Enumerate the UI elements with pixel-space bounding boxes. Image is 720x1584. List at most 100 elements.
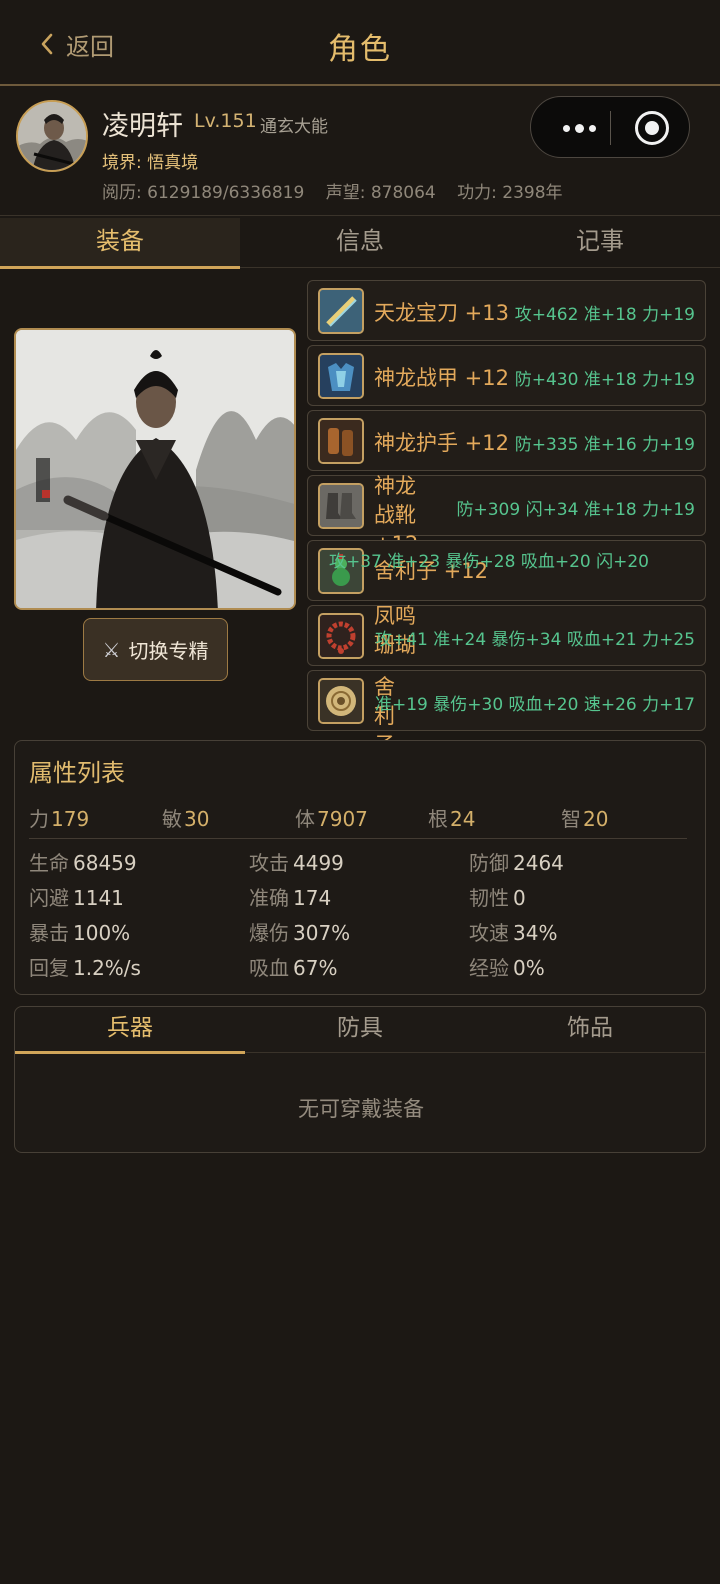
derived-attribute: 暴击 100% (29, 917, 130, 946)
attribute-title: 属性列表 (29, 759, 125, 787)
character-rank: 通玄大能 (260, 117, 328, 137)
attribute-label: 经验 (469, 956, 509, 980)
equipment-stats: 攻+41 准+24 暴伤+34 吸血+21 力+25 (375, 630, 695, 650)
attribute-label: 根 (428, 807, 448, 831)
attribute-label: 防御 (469, 851, 509, 875)
avatar-portrait-icon (18, 102, 86, 170)
attribute-value: 7907 (317, 807, 368, 831)
base-attribute: 体 7907 (295, 803, 368, 832)
attribute-label: 闪避 (29, 886, 69, 910)
switch-specialization-button[interactable]: ⚔ 切换专精 (83, 618, 228, 681)
derived-attribute: 攻速 34% (469, 917, 557, 946)
derived-attribute: 经验 0% (469, 952, 545, 981)
equipment-stats: 防+309 闪+34 准+18 力+19 (456, 500, 695, 520)
tab-info[interactable]: 信息 (240, 218, 480, 268)
derived-attribute: 生命 68459 (29, 847, 137, 876)
attribute-label: 智 (561, 807, 581, 831)
switch-specialization-label: 切换专精 (128, 639, 209, 663)
derived-attribute: 韧性 0 (469, 882, 526, 911)
equipment-slot-armor[interactable]: 神龙战甲 +12 防+430 准+18 力+19 (307, 345, 706, 406)
reputation-text: 声望: 878064 (325, 183, 436, 203)
attribute-label: 爆伤 (249, 921, 289, 945)
equipment-stats: 准+19 暴伤+30 吸血+20 速+26 力+17 (375, 695, 695, 715)
tab-equipment[interactable]: 装备 (0, 218, 240, 269)
attribute-label: 敏 (162, 807, 182, 831)
equipment-slot-weapon[interactable]: 天龙宝刀 +13 攻+462 准+18 力+19 (307, 280, 706, 341)
experience-text: 阅历: 6129189/6336819 (102, 183, 305, 203)
base-attribute: 智 20 (561, 803, 608, 832)
attribute-label: 体 (295, 807, 315, 831)
attribute-value: 2464 (513, 851, 564, 875)
attribute-value: 20 (583, 807, 609, 831)
derived-attribute: 攻击 4499 (249, 847, 344, 876)
attribute-value: 307% (293, 921, 351, 945)
attribute-value: 174 (293, 886, 332, 910)
inventory-tab-accessories[interactable]: 饰品 (475, 1007, 705, 1053)
derived-attribute: 防御 2464 (469, 847, 564, 876)
dragon-gauntlet-icon (318, 418, 364, 464)
base-attribute: 力 179 (29, 803, 89, 832)
inventory-panel: 兵器 防具 饰品 无可穿戴装备 (14, 1006, 706, 1153)
coral-beads-icon (318, 613, 364, 659)
attribute-label: 吸血 (249, 956, 289, 980)
tab-journal[interactable]: 记事 (480, 218, 720, 268)
jade-disc-icon (318, 678, 364, 724)
character-page: 返回 角色 凌明轩 Lv.151 通玄大能 境界: 悟真境 阅历: 612918… (0, 0, 720, 1584)
attribute-value: 68459 (73, 851, 137, 875)
close-miniprogram-button[interactable] (635, 111, 669, 145)
attribute-value: 179 (51, 807, 90, 831)
base-attribute: 敏 30 (162, 803, 209, 832)
dragon-sword-icon (318, 288, 364, 334)
attribute-value: 34% (513, 921, 558, 945)
equipment-slot-accessory-2[interactable]: 凤鸣珊瑚 攻+41 准+24 暴伤+34 吸血+21 力+25 (307, 604, 706, 666)
derived-attribute: 回复 1.2%/s (29, 952, 141, 981)
inventory-tab-weapons[interactable]: 兵器 (15, 1007, 245, 1054)
equipment-name: 神龙护手 +12 (374, 431, 509, 455)
equipment-name: 神龙战甲 +12 (374, 366, 509, 390)
character-portrait (14, 328, 296, 610)
attribute-label: 力 (29, 807, 49, 831)
attribute-label: 攻击 (249, 851, 289, 875)
attribute-value: 0% (513, 956, 545, 980)
attribute-value: 1141 (73, 886, 124, 910)
capsule-divider (610, 111, 611, 145)
more-dot-icon (574, 123, 584, 133)
derived-attribute: 爆伤 307% (249, 917, 350, 946)
character-realm: 境界: 悟真境 (102, 153, 199, 173)
equipment-stats: 防+430 准+18 力+19 (514, 370, 695, 390)
equipment-slot-gauntlets[interactable]: 神龙护手 +12 防+335 准+16 力+19 (307, 410, 706, 471)
equipment-slot-accessory-3[interactable]: 舍利子 +1 准+19 暴伤+30 吸血+20 速+26 力+17 (307, 670, 706, 786)
attribute-value: 1.2%/s (73, 956, 141, 980)
equipment-stats: 防+335 准+16 力+19 (514, 435, 695, 455)
attribute-label: 暴击 (29, 921, 69, 945)
more-options-button[interactable] (549, 97, 609, 159)
derived-attribute: 吸血 67% (249, 952, 337, 981)
avatar[interactable] (16, 100, 88, 172)
equipment-stats: 攻+37 准+23 暴伤+28 吸血+20 闪+20 (329, 552, 649, 572)
top-nav: 返回 角色 (0, 0, 720, 86)
inventory-empty-text: 无可穿戴装备 (298, 1097, 424, 1121)
equipment-name: 天龙宝刀 +13 (374, 301, 509, 325)
equipment-stats: 攻+462 准+18 力+19 (514, 305, 695, 325)
attribute-label: 攻速 (469, 921, 509, 945)
attribute-label: 韧性 (469, 886, 509, 910)
base-attribute-row: 力 179 敏 30 体 7907 根 24 智 20 (29, 803, 689, 833)
more-dot-icon (588, 124, 596, 132)
dragon-boots-icon (318, 483, 364, 529)
power-text: 功力: 2398年 (457, 183, 563, 203)
main-tabs: 装备 信息 记事 (0, 218, 720, 269)
inventory-tabs: 兵器 防具 饰品 (15, 1007, 705, 1054)
attribute-value: 67% (293, 956, 338, 980)
equipment-slot-boots[interactable]: 神龙战靴 +12 防+309 闪+34 准+18 力+19 (307, 474, 706, 556)
attribute-label: 回复 (29, 956, 69, 980)
miniprogram-capsule (530, 96, 690, 158)
derived-attribute: 准确 174 (249, 882, 331, 911)
inventory-tab-armor[interactable]: 防具 (245, 1007, 475, 1053)
attribute-label: 生命 (29, 851, 69, 875)
attribute-value: 100% (73, 921, 131, 945)
crossed-swords-icon: ⚔ (102, 637, 121, 662)
swordsman-portrait-icon (16, 330, 294, 608)
equipment-slot-accessory-1[interactable]: 舍利子 +12 攻+37 准+23 暴伤+28 吸血+20 闪+20 (307, 540, 706, 601)
base-attribute: 根 24 (428, 803, 475, 832)
character-level: Lv.151 (194, 110, 257, 132)
